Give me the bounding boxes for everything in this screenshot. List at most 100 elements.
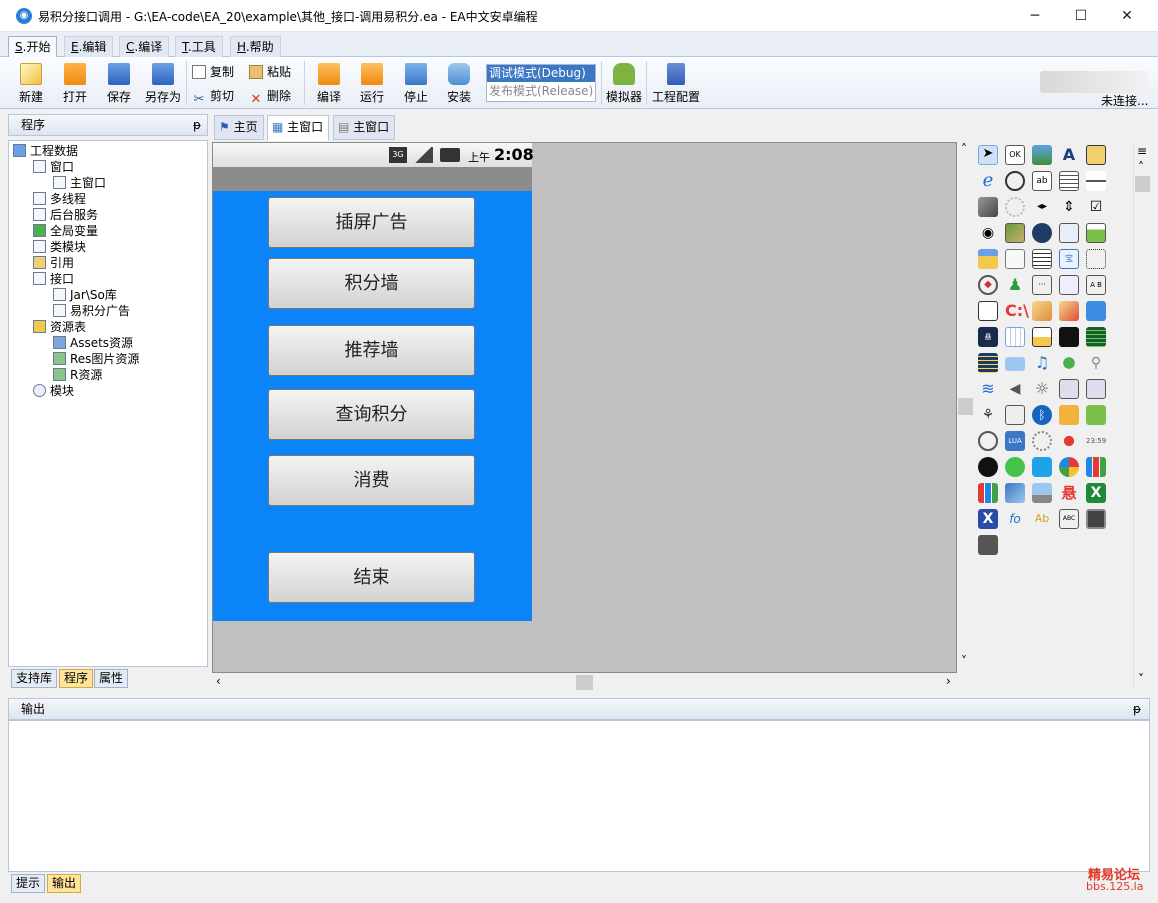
map-marker-icon[interactable]: [1059, 301, 1079, 321]
scroll-thumb[interactable]: [1135, 176, 1150, 192]
green-map-icon[interactable]: [1086, 405, 1106, 425]
console-icon[interactable]: 悬: [978, 327, 998, 347]
exit-button[interactable]: 结束: [268, 552, 475, 603]
megaphone-icon[interactable]: ◀: [1005, 379, 1025, 399]
pie-chart-icon[interactable]: [1059, 457, 1079, 477]
scroll-thumb[interactable]: [576, 675, 593, 690]
server-icon[interactable]: [1005, 405, 1025, 425]
wechat-icon[interactable]: [1005, 457, 1025, 477]
tab-main-window-code[interactable]: ▤ 主窗口: [333, 115, 396, 140]
seekbar-icon[interactable]: ◂▸: [1032, 197, 1052, 217]
recommend-wall-button[interactable]: 推荐墙: [268, 325, 475, 376]
scroll-left-icon[interactable]: ‹: [216, 674, 221, 688]
tree-item[interactable]: 后台服务: [13, 207, 207, 223]
cut-button[interactable]: ✂ 剪切: [192, 87, 234, 107]
envelope-icon[interactable]: [1005, 249, 1025, 269]
delete-button[interactable]: ✕ 删除: [249, 87, 291, 107]
editor-vertical-scrollbar[interactable]: ˄ ˅: [957, 142, 974, 673]
open-button[interactable]: 打开: [55, 60, 95, 108]
network-globe-icon[interactable]: [1059, 353, 1079, 373]
copy-button[interactable]: 复制: [192, 63, 234, 81]
record-icon[interactable]: [1059, 431, 1079, 451]
text-input-icon[interactable]: 宝: [1059, 249, 1079, 269]
tab-program[interactable]: 程序: [59, 669, 94, 688]
save-button[interactable]: 保存: [99, 60, 139, 108]
layers-icon[interactable]: [978, 301, 998, 321]
abc-label-icon[interactable]: ABC: [1059, 509, 1079, 529]
black-box-icon[interactable]: [1059, 327, 1079, 347]
scroll-down-icon[interactable]: ˅: [1138, 672, 1144, 686]
scroll-up-icon[interactable]: ˄: [961, 142, 967, 156]
project-config-button[interactable]: 工程配置: [650, 60, 702, 108]
notes-icon[interactable]: [1032, 327, 1052, 347]
tree-item[interactable]: 全局变量: [13, 223, 207, 239]
network-computers-icon[interactable]: [1059, 379, 1079, 399]
grid-icon[interactable]: [1086, 249, 1106, 269]
map-pin-icon[interactable]: [1032, 301, 1052, 321]
excel-icon[interactable]: X: [1086, 483, 1106, 503]
tree-item[interactable]: Assets资源: [13, 335, 207, 351]
alipay-icon[interactable]: C:\: [1005, 301, 1029, 321]
loading-icon[interactable]: [1032, 431, 1052, 451]
table-icon[interactable]: [1005, 327, 1025, 347]
globe-icon[interactable]: [1032, 223, 1052, 243]
wifi-icon[interactable]: ≋: [978, 379, 998, 399]
tab-edit[interactable]: E.编辑: [64, 36, 114, 57]
tree-item[interactable]: 资源表: [13, 319, 207, 335]
tab-home[interactable]: ⚑ 主页: [214, 115, 264, 140]
speedometer-icon[interactable]: [978, 431, 998, 451]
sun-icon[interactable]: ☼: [1032, 379, 1052, 399]
tab-main-window-design[interactable]: ▦ 主窗口: [267, 115, 330, 141]
stop-button[interactable]: 停止: [396, 60, 436, 108]
tree-item[interactable]: 模块: [13, 383, 207, 399]
pin-icon[interactable]: ᵽ: [1133, 699, 1141, 719]
number-picker-icon[interactable]: ⇕: [1059, 197, 1079, 217]
float-window-icon[interactable]: 悬: [1059, 483, 1079, 503]
save-as-button[interactable]: 另存为: [142, 60, 184, 108]
tree-item[interactable]: 多线程: [13, 191, 207, 207]
output-text-area[interactable]: [8, 720, 1150, 872]
maximize-button[interactable]: ☐: [1058, 0, 1104, 32]
radio-icon[interactable]: ◉: [978, 223, 998, 243]
tab-hints[interactable]: 提示: [11, 874, 46, 893]
column-chart-icon[interactable]: [978, 483, 998, 503]
query-points-button[interactable]: 查询积分: [268, 389, 475, 440]
clock-icon[interactable]: [978, 457, 998, 477]
tab-properties[interactable]: 属性: [94, 669, 129, 688]
scroll-up-icon[interactable]: ˄: [1138, 160, 1144, 174]
tree-item[interactable]: 引用: [13, 255, 207, 271]
install-button[interactable]: 安装: [439, 60, 479, 108]
tab-help[interactable]: H.帮助: [230, 36, 281, 57]
code-list-icon[interactable]: [978, 353, 998, 373]
paste-button[interactable]: 粘贴: [249, 63, 291, 81]
offer-wall-button[interactable]: 积分墙: [268, 258, 475, 309]
bar-chart-icon[interactable]: [1086, 457, 1106, 477]
tab-support-library[interactable]: 支持库: [11, 669, 58, 688]
scroll-down-icon[interactable]: ˅: [961, 654, 967, 668]
gallery-icon[interactable]: [1005, 223, 1025, 243]
label-component-icon[interactable]: A: [1059, 145, 1079, 165]
interstitial-ad-button[interactable]: 插屏广告: [268, 197, 475, 248]
tree-item[interactable]: Res图片资源: [13, 351, 207, 367]
phone-icon[interactable]: [1059, 223, 1079, 243]
monitor-icon[interactable]: [1032, 483, 1052, 503]
scroll-right-icon[interactable]: ›: [946, 674, 951, 688]
emulator-button[interactable]: 模拟器: [604, 60, 644, 108]
panel-icon[interactable]: [1005, 357, 1025, 371]
text-style-icon[interactable]: Ab: [1032, 509, 1052, 529]
textbox-icon[interactable]: ab: [1032, 171, 1052, 191]
tree-item[interactable]: 接口: [13, 271, 207, 287]
lan-icon[interactable]: [1086, 379, 1106, 399]
mode-debug-option[interactable]: 调试模式(Debug): [487, 65, 595, 82]
satellite-icon[interactable]: ⚘: [978, 405, 998, 425]
folder-share-icon[interactable]: [1059, 405, 1079, 425]
minimize-button[interactable]: ─: [1012, 0, 1058, 32]
window-pen-icon[interactable]: [1059, 275, 1079, 295]
tab-compile[interactable]: C.编译: [119, 36, 170, 57]
spinner-icon[interactable]: [1005, 197, 1025, 217]
bluetooth-icon[interactable]: ᛒ: [1032, 405, 1052, 425]
mode-release-option[interactable]: 发布模式(Release): [487, 83, 595, 100]
tree-item[interactable]: 窗口: [13, 159, 207, 175]
pointer-icon[interactable]: ➤: [978, 145, 998, 165]
pin-icon[interactable]: ᵽ: [193, 115, 201, 135]
